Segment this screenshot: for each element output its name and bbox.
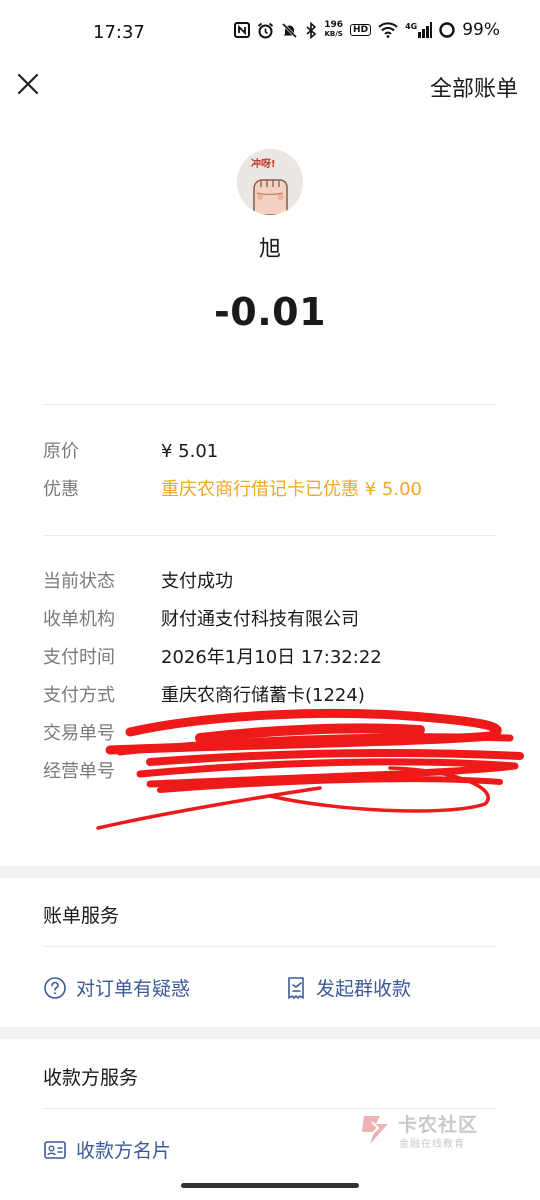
transaction-id-label: 交易单号 — [43, 723, 115, 744]
status-label: 当前状态 — [43, 571, 115, 592]
question-circle-icon — [44, 976, 66, 999]
discount-label: 优惠 — [43, 479, 79, 500]
order-question-label: 对订单有疑惑 — [76, 978, 191, 1000]
acquirer-label: 收单机构 — [43, 609, 115, 630]
merchant-order-label: 经营单号 — [43, 761, 115, 782]
original-price-label: 原价 — [43, 441, 79, 462]
divider — [43, 946, 496, 947]
nfc-icon — [234, 22, 251, 38]
bill-service-title: 账单服务 — [43, 905, 120, 927]
transaction-id-row[interactable]: 交易单号 — [43, 719, 503, 749]
mute-bell-icon — [282, 22, 298, 38]
amount: -0.01 — [213, 290, 327, 334]
group-collect-button[interactable]: 发起群收款 — [285, 974, 411, 1001]
cellular-signal: 4G — [405, 22, 433, 38]
original-price-value: ¥ 5.01 — [161, 441, 219, 462]
status-bar: 17:37 196 KB/S HD 4G 99% — [0, 0, 540, 64]
close-icon — [17, 73, 39, 95]
acquirer-value: 财付通支付科技有限公司 — [161, 609, 359, 630]
payee-name: 旭 — [258, 237, 281, 262]
watermark: 卡农社区 金融在线教育 — [358, 1110, 488, 1152]
pay-method-row: 支付方式 重庆农商行储蓄卡(1224) — [43, 681, 503, 711]
watermark-title: 卡农社区 — [398, 1114, 479, 1136]
bluetooth-icon — [306, 21, 317, 39]
order-question-button[interactable]: 对订单有疑惑 — [43, 974, 190, 1001]
status-value: 支付成功 — [161, 571, 233, 592]
battery-percent: 99% — [462, 20, 500, 40]
section-gap — [0, 866, 540, 878]
network-speed-unit: KB/S — [324, 30, 343, 38]
group-collect-icon — [288, 976, 304, 999]
discount-value: 重庆农商行借记卡已优惠 ¥ 5.00 — [161, 479, 422, 500]
divider — [43, 535, 496, 536]
payee-service-title: 收款方服务 — [43, 1067, 139, 1089]
payee-card-button[interactable]: 收款方名片 — [43, 1136, 171, 1163]
watermark-subtitle: 金融在线教育 — [399, 1139, 465, 1150]
hd-badge: HD — [350, 24, 372, 36]
status-row: 当前状态 支付成功 — [43, 567, 503, 597]
business-card-icon — [44, 1140, 66, 1159]
divider — [43, 404, 496, 405]
section-gap — [0, 1027, 540, 1039]
pay-time-row: 支付时间 2026年1月10日 17:32:22 — [43, 643, 503, 673]
avatar[interactable]: 冲呀! — [237, 149, 303, 215]
battery-icon — [439, 22, 455, 38]
close-button[interactable] — [14, 70, 42, 98]
home-indicator[interactable] — [181, 1183, 359, 1188]
group-collect-label: 发起群收款 — [316, 978, 412, 1000]
original-price-row: 原价 ¥ 5.01 — [43, 437, 503, 467]
pay-time-label: 支付时间 — [43, 647, 115, 668]
watermark-logo-icon — [362, 1116, 388, 1144]
signal-bars-icon — [418, 22, 433, 38]
top-nav: 全部账单 — [0, 62, 540, 108]
acquirer-row: 收单机构 财付通支付科技有限公司 — [43, 605, 503, 635]
all-bills-link[interactable]: 全部账单 — [430, 71, 518, 103]
pay-method-label: 支付方式 — [43, 685, 115, 706]
wifi-icon — [378, 22, 398, 38]
avatar-sticker-text: 冲呀! — [251, 159, 276, 170]
alarm-icon — [258, 22, 274, 38]
pay-time-value: 2026年1月10日 17:32:22 — [161, 647, 382, 668]
network-speed-value: 196 — [324, 20, 344, 30]
network-type: 4G — [405, 22, 418, 31]
divider — [43, 1108, 496, 1109]
payee-card-label: 收款方名片 — [76, 1140, 172, 1162]
network-speed: 196 KB/S — [324, 21, 343, 39]
discount-row: 优惠 重庆农商行借记卡已优惠 ¥ 5.00 — [43, 475, 503, 505]
status-time: 17:37 — [93, 22, 145, 43]
merchant-order-row[interactable]: 经营单号 — [43, 757, 503, 787]
status-icons: 196 KB/S HD 4G 99% — [234, 20, 500, 40]
pay-method-value: 重庆农商行储蓄卡(1224) — [161, 685, 365, 706]
